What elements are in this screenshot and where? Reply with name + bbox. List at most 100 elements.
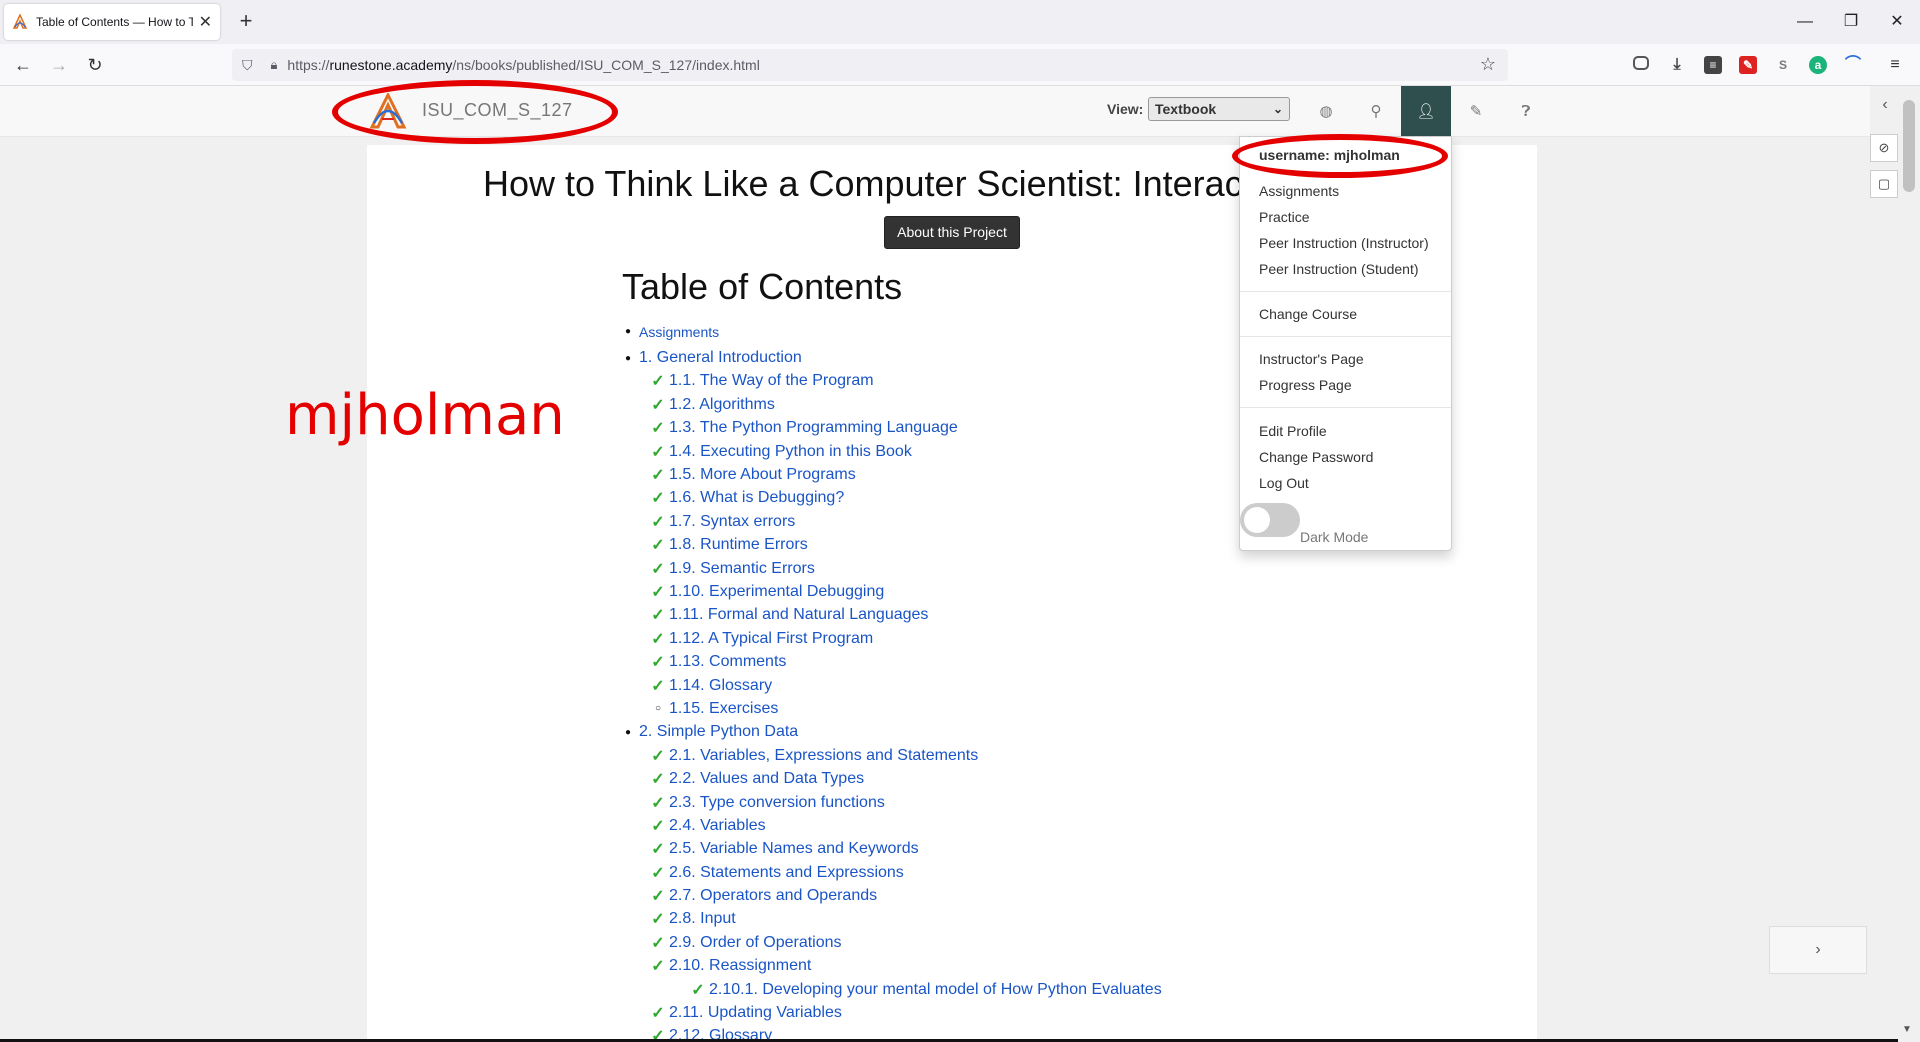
forward-arrow-icon[interactable]: → <box>44 50 74 80</box>
toc-link[interactable]: 2.2. Values and Data Types <box>669 770 864 788</box>
toc-item[interactable]: ✓ 1.14. Glossary <box>617 674 1517 697</box>
new-tab-button[interactable]: + <box>232 8 260 36</box>
browser-tab[interactable]: Table of Contents — How to Th ✕ <box>4 4 220 40</box>
back-arrow-icon[interactable]: ← <box>8 50 38 80</box>
pocket-icon[interactable] <box>1633 56 1649 70</box>
menu-item-progress-page[interactable]: Progress Page <box>1259 377 1352 393</box>
toc-link[interactable]: 1.2. Algorithms <box>669 396 775 414</box>
toc-link[interactable]: 2.10.1. Developing your mental model of … <box>709 981 1162 999</box>
collapse-chevron-icon[interactable]: ‹ <box>1872 92 1898 118</box>
menu-item-change-password[interactable]: Change Password <box>1259 449 1373 465</box>
toc-link[interactable]: 1.12. A Typical First Program <box>669 630 873 648</box>
download-icon[interactable]: ⤓ <box>1668 56 1686 74</box>
toc-link[interactable]: 1.6. What is Debugging? <box>669 489 844 507</box>
check-icon: ✓ <box>651 583 665 601</box>
toc-item[interactable]: ✓ 1.9. Semantic Errors <box>617 557 1517 580</box>
close-window-button[interactable]: ✕ <box>1874 6 1920 38</box>
restore-button[interactable]: ❐ <box>1828 6 1874 38</box>
help-icon[interactable]: ❓︎ <box>1501 86 1551 137</box>
toc-item[interactable]: ○ 1.15. Exercises <box>617 697 1517 720</box>
toc-link[interactable]: 2.6. Statements and Expressions <box>669 864 904 882</box>
hide-eye-icon[interactable]: ⊘ <box>1870 134 1898 162</box>
minimize-button[interactable]: — <box>1782 6 1828 38</box>
toc-item[interactable]: ✓ 2.8. Input <box>617 908 1517 931</box>
toc-item[interactable]: ✓ 2.11. Updating Variables <box>617 1001 1517 1024</box>
menu-item-instructors-page[interactable]: Instructor's Page <box>1259 351 1364 367</box>
toc-link[interactable]: 1.7. Syntax errors <box>669 513 795 531</box>
toc-link[interactable]: 1.4. Executing Python in this Book <box>669 443 912 461</box>
toc-link[interactable]: 2.10. Reassignment <box>669 957 811 975</box>
toc-link[interactable]: 2.11. Updating Variables <box>669 1004 842 1022</box>
search-icon[interactable]: ⚲ <box>1351 86 1401 137</box>
menu-item-assignments[interactable]: Assignments <box>1259 183 1339 199</box>
note-icon[interactable]: ▢ <box>1870 170 1898 198</box>
check-icon: ✓ <box>651 490 665 508</box>
scroll-down-arrow-icon[interactable]: ▼ <box>1902 1024 1912 1035</box>
toc-item[interactable]: ✓ 2.10. Reassignment <box>617 955 1517 978</box>
extension-list-icon[interactable]: ≡ <box>1704 56 1722 74</box>
toc-link[interactable]: 2.7. Operators and Operands <box>669 887 877 905</box>
toc-link[interactable]: 2.8. Input <box>669 910 736 928</box>
menu-item-practice[interactable]: Practice <box>1259 209 1310 225</box>
toc-link[interactable]: 1.11. Formal and Natural Languages <box>669 606 928 624</box>
toc-link[interactable]: 2.5. Variable Names and Keywords <box>669 840 919 858</box>
extension-arc-icon[interactable]: ⌒ <box>1844 56 1862 74</box>
user-icon[interactable]: 👤︎ <box>1401 86 1451 137</box>
globe-icon[interactable]: ◍ <box>1301 86 1351 137</box>
toc-link[interactable]: 1.5. More About Programs <box>669 466 856 484</box>
menu-item-change-course[interactable]: Change Course <box>1259 306 1357 322</box>
shield-icon[interactable]: ⛉ <box>242 57 253 74</box>
toc-link[interactable]: 2.3. Type conversion functions <box>669 794 885 812</box>
toc-link[interactable]: 1.9. Semantic Errors <box>669 560 815 578</box>
scrollbar-thumb[interactable] <box>1903 100 1915 192</box>
toc-item[interactable]: ✓ 2.4. Variables <box>617 814 1517 837</box>
menu-item-peer-student[interactable]: Peer Instruction (Student) <box>1259 261 1419 277</box>
extension-pdf-icon[interactable]: ✎ <box>1739 56 1757 74</box>
toc-link[interactable]: 2.1. Variables, Expressions and Statemen… <box>669 747 978 765</box>
toc-item[interactable]: ✓ 2.2. Values and Data Types <box>617 767 1517 790</box>
next-page-button[interactable]: › <box>1769 926 1867 974</box>
close-tab-icon[interactable]: ✕ <box>199 12 212 32</box>
reload-icon[interactable]: ↻ <box>80 50 110 80</box>
page-scrollbar[interactable] <box>1898 86 1920 1042</box>
toc-link[interactable]: 2. Simple Python Data <box>639 723 798 741</box>
toc-item[interactable]: ✓ 2.6. Statements and Expressions <box>617 861 1517 884</box>
toc-item[interactable]: ✓ 2.1. Variables, Expressions and Stateme… <box>617 744 1517 767</box>
toc-item[interactable]: ✓ 2.9. Order of Operations <box>617 931 1517 954</box>
toc-link[interactable]: 1.15. Exercises <box>669 700 778 718</box>
lock-icon[interactable]: 🔒︎ <box>271 57 278 73</box>
menu-hamburger-icon[interactable]: ≡ <box>1886 56 1904 74</box>
toc-link[interactable]: 2.9. Order of Operations <box>669 934 842 952</box>
toc-item[interactable]: ✓ 2.5. Variable Names and Keywords <box>617 838 1517 861</box>
toc-link[interactable]: 1.13. Comments <box>669 653 786 671</box>
right-rail <box>1870 86 1898 1042</box>
toc-item[interactable]: ✓ 1.11. Formal and Natural Languages <box>617 604 1517 627</box>
check-icon: ✓ <box>651 934 665 952</box>
toc-item[interactable]: ● 2. Simple Python Data <box>617 721 1517 744</box>
about-project-button[interactable]: About this Project <box>884 216 1020 249</box>
toc-item[interactable]: ✓ 1.13. Comments <box>617 650 1517 673</box>
extension-a-icon[interactable]: a <box>1809 56 1827 74</box>
toc-link[interactable]: Assignments <box>639 324 719 340</box>
toc-item[interactable]: ✓ 2.10.1. Developing your mental model of… <box>617 978 1517 1001</box>
toc-item[interactable]: ✓ 2.7. Operators and Operands <box>617 884 1517 907</box>
toc-link[interactable]: 1.1. The Way of the Program <box>669 372 874 390</box>
toc-item[interactable]: ✓ 1.10. Experimental Debugging <box>617 580 1517 603</box>
menu-item-peer-instructor[interactable]: Peer Instruction (Instructor) <box>1259 235 1429 251</box>
toc-item[interactable]: ✓ 1.12. A Typical First Program <box>617 627 1517 650</box>
pencil-icon[interactable]: ✎ <box>1451 86 1501 137</box>
menu-item-edit-profile[interactable]: Edit Profile <box>1259 423 1327 439</box>
toc-link[interactable]: 1. General Introduction <box>639 349 802 367</box>
address-bar[interactable]: ⛉ 🔒︎ https://runestone.academy/ns/books/… <box>232 49 1508 81</box>
toc-link[interactable]: 1.14. Glossary <box>669 677 772 695</box>
toc-link[interactable]: 1.3. The Python Programming Language <box>669 419 958 437</box>
menu-item-log-out[interactable]: Log Out <box>1259 475 1309 491</box>
extension-s-icon[interactable]: S <box>1774 56 1792 74</box>
toc-link[interactable]: 2.4. Variables <box>669 817 766 835</box>
toc-link[interactable]: 1.8. Runtime Errors <box>669 536 808 554</box>
bookmark-star-icon[interactable]: ☆ <box>1480 54 1496 75</box>
view-select[interactable]: Textbook ⌄ <box>1148 97 1290 121</box>
toc-item[interactable]: ✓ 2.3. Type conversion functions <box>617 791 1517 814</box>
toc-link[interactable]: 1.10. Experimental Debugging <box>669 583 884 601</box>
dark-mode-toggle[interactable] <box>1240 503 1300 537</box>
